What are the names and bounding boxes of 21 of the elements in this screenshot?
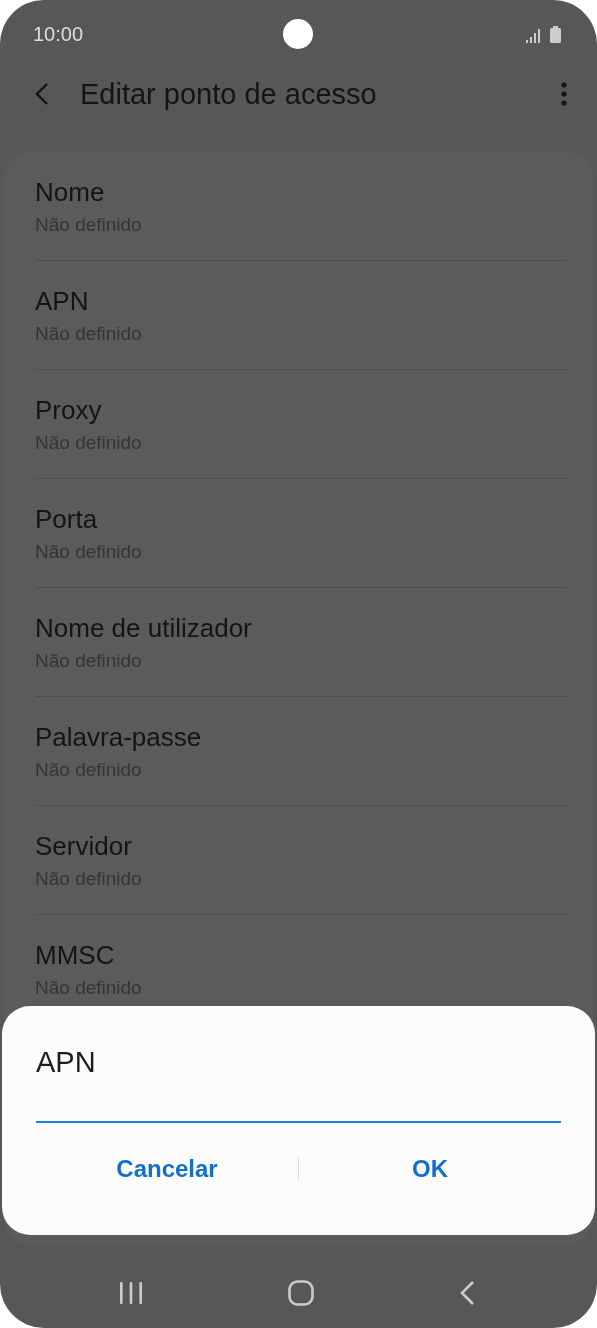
setting-label: Servidor (35, 830, 133, 862)
setting-label: Proxy (35, 394, 103, 426)
dialog-title: APN (36, 1046, 96, 1079)
signal-icon (526, 28, 542, 43)
setting-label: Nome (35, 176, 106, 208)
setting-label: Palavra-passe (35, 721, 203, 753)
back-icon[interactable] (459, 1280, 475, 1306)
more-options-button[interactable] (561, 82, 567, 106)
back-button[interactable] (34, 82, 50, 106)
recent-apps-icon[interactable] (119, 1281, 143, 1305)
page-title: Editar ponto de acesso (80, 77, 377, 111)
home-icon[interactable] (288, 1280, 314, 1306)
setting-label: APN (35, 285, 90, 317)
battery-icon (550, 25, 561, 43)
camera-hole-icon (283, 19, 313, 49)
setting-label: MMSC (35, 939, 116, 971)
dialog-button[interactable]: Cancelar (36, 1149, 298, 1189)
setting-label: Porta (35, 503, 99, 535)
status-time: 10:00 (33, 22, 84, 46)
setting-label: Nome de utilizador (35, 612, 253, 644)
dialog-button[interactable]: OK (299, 1149, 561, 1189)
